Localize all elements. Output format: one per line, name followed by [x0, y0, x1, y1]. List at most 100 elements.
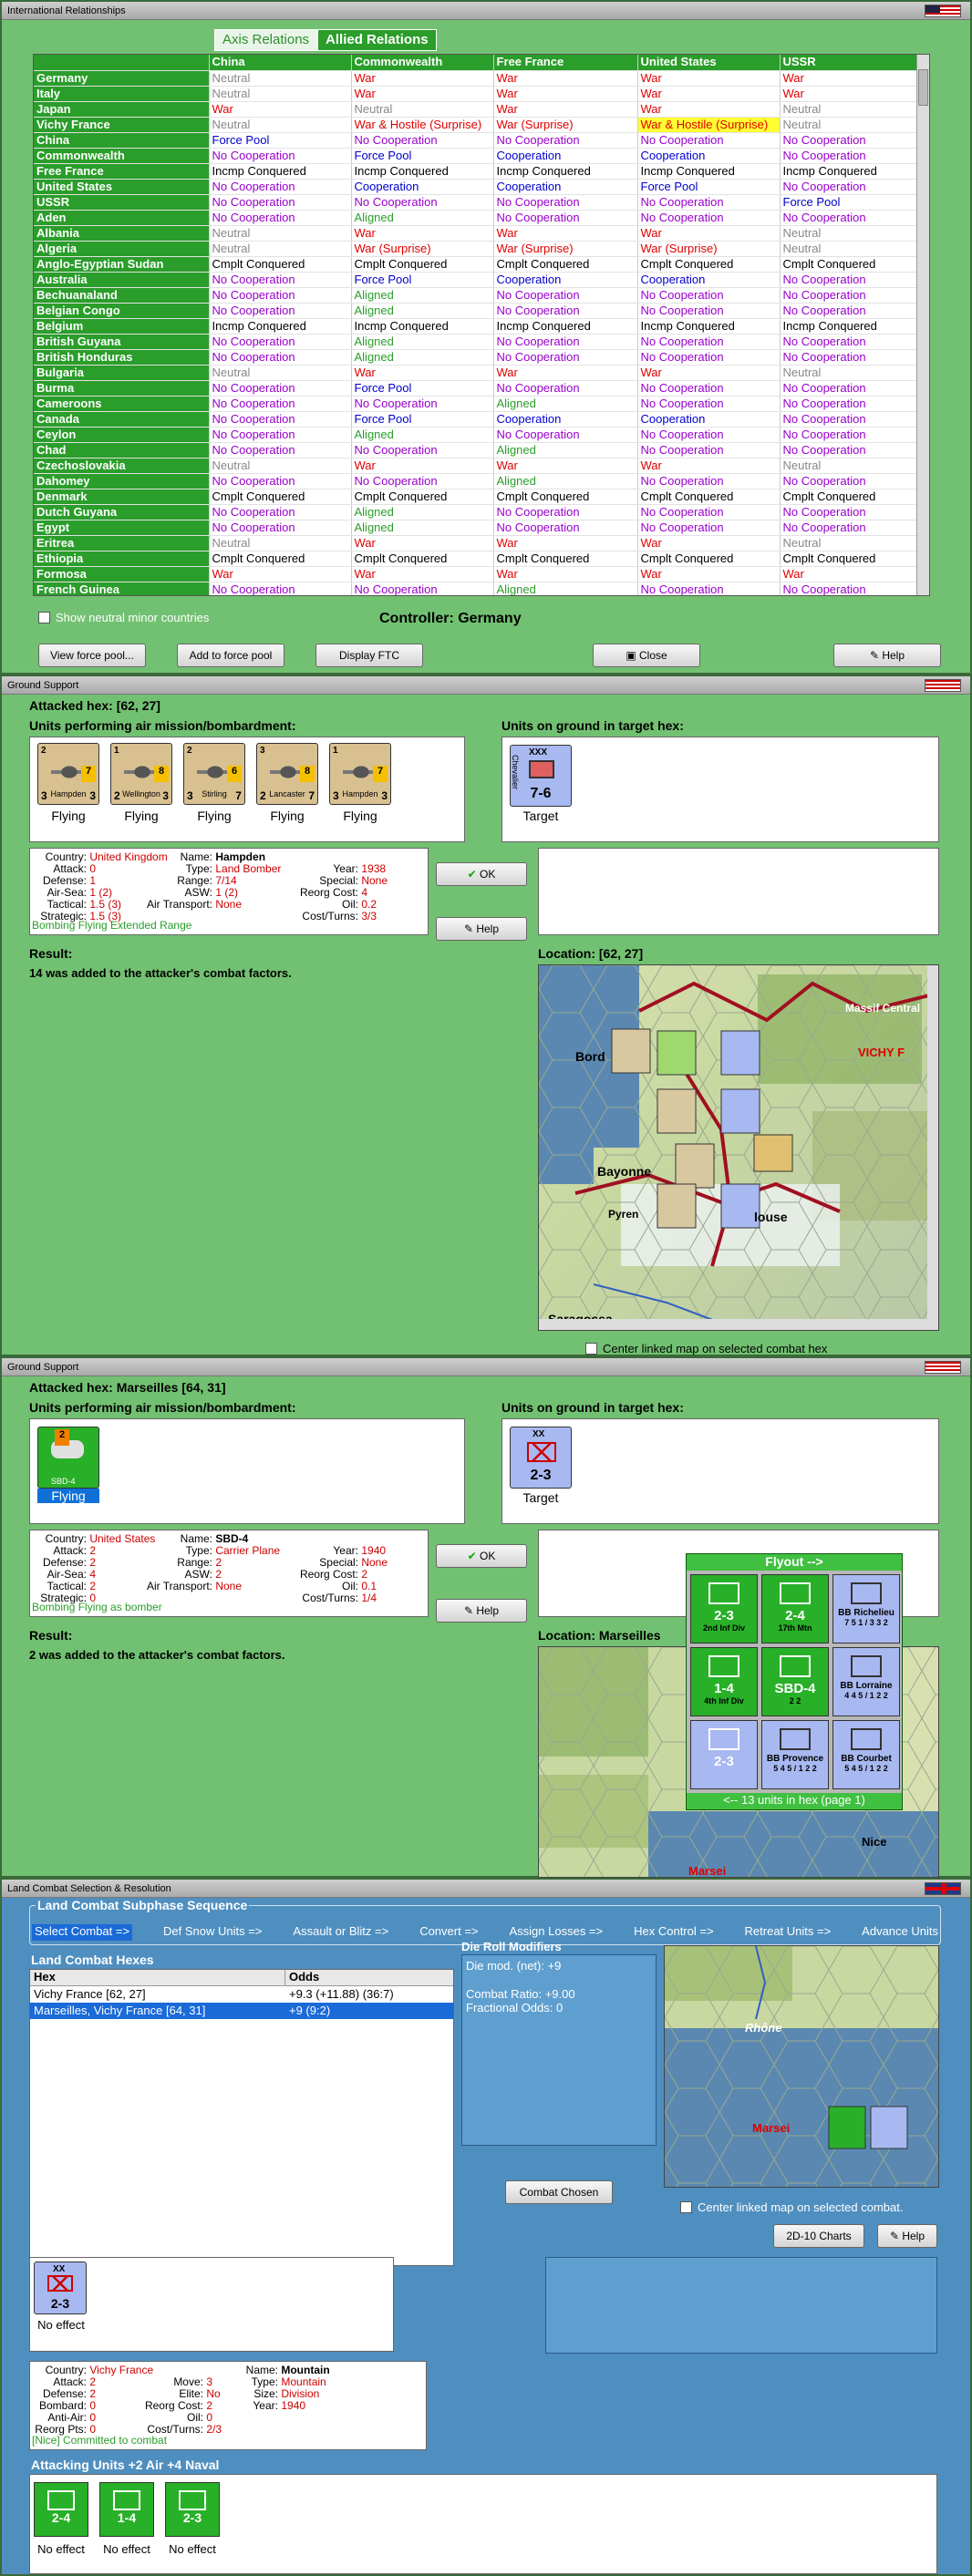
close-button[interactable]: ▣ Close [593, 644, 700, 667]
map-vscroll[interactable] [927, 965, 938, 1330]
relation-row[interactable]: Australia No Cooperation Force Pool Coopera… [34, 272, 919, 288]
window-titlebar[interactable]: International Relationships [2, 2, 970, 20]
relation-row[interactable]: Burma No Cooperation Force Pool No Cooperat… [34, 380, 919, 397]
checkbox-box[interactable] [38, 612, 50, 623]
combat-chosen-button[interactable]: Combat Chosen [505, 2180, 613, 2204]
help-button[interactable]: ✎ Help [833, 644, 941, 667]
relation-row[interactable]: Bulgaria Neutral War War War Neutral [34, 365, 919, 381]
relation-row[interactable]: USSR No Cooperation No Cooperation No Coope… [34, 194, 919, 211]
window-titlebar[interactable]: Ground Support [2, 676, 970, 695]
relation-row[interactable]: French Guinea No Cooperation No Cooperatio… [34, 582, 919, 595]
relation-row[interactable]: Canada No Cooperation Force Pool Cooperatio… [34, 411, 919, 428]
linked-map-1[interactable]: Massif Central VICHY F Bord Bayonne Pyre… [538, 964, 939, 1331]
land-unit-counter[interactable]: SBD-4 2 2 [761, 1647, 829, 1716]
relation-row[interactable]: Dutch Guyana No Cooperation Aligned No Coop… [34, 504, 919, 520]
center-linked-map-checkbox[interactable]: Center linked map on selected combat hex [585, 1342, 827, 1355]
attacker-counter[interactable]: 1-4 [99, 2482, 154, 2537]
air-unit-counter[interactable]: 2 7 3 Hampden 3 [37, 743, 99, 805]
relation-row[interactable]: Vichy France Neutral War & Hostile (Surpri… [34, 117, 919, 133]
relation-row[interactable]: Belgian Congo No Cooperation Aligned No Coo… [34, 303, 919, 319]
ok-button[interactable]: ✔ OK [436, 1544, 527, 1568]
window-titlebar[interactable]: Land Combat Selection & Resolution [2, 1880, 970, 1898]
target-unit-counter[interactable]: XX 2-3 [510, 1427, 572, 1489]
relation-row[interactable]: Ceylon No Cooperation Aligned No Cooperatio… [34, 427, 919, 443]
air-unit-counter[interactable]: 1 8 2 Wellington 3 [110, 743, 172, 805]
relation-row[interactable]: Egypt No Cooperation Aligned No Cooperation… [34, 520, 919, 536]
relation-cell: Force Pool [351, 148, 494, 164]
charts-button[interactable]: 2D-10 Charts [773, 2224, 864, 2248]
defender-counter[interactable]: XX 2-3 [34, 2262, 87, 2314]
air-unit-counter[interactable]: 2 6 3 Stirling 7 [183, 743, 245, 805]
relation-row[interactable]: Cameroons No Cooperation No Cooperation Ali… [34, 396, 919, 412]
column-header[interactable]: USSR [780, 55, 919, 71]
map-hscroll[interactable] [539, 1319, 938, 1330]
air-unit-counter[interactable]: 3 8 2 Lancaster 7 [256, 743, 318, 805]
relation-row[interactable]: Czechoslovakia Neutral War War War Neutral [34, 458, 919, 474]
naval-unit-counter[interactable]: BB Lorraine 4 4 5 / 1 2 2 [832, 1647, 900, 1716]
air-unit-counter[interactable]: 1 7 3 Hampden 3 [329, 743, 391, 805]
relation-row[interactable]: Formosa War War War War War [34, 566, 919, 582]
center-linked-map-checkbox[interactable]: Center linked map on selected combat. [680, 2200, 903, 2214]
unit-symbol-icon [47, 2490, 75, 2510]
add-to-force-pool-button[interactable]: Add to force pool [177, 644, 284, 667]
relation-row[interactable]: Algeria Neutral War (Surprise) War (Surpris… [34, 241, 919, 257]
ok-button[interactable]: ✔ OK [436, 862, 527, 886]
tab-allied-relations[interactable]: Allied Relations [317, 29, 437, 51]
naval-unit-counter[interactable]: BB Courbet 5 4 5 / 1 2 2 [832, 1720, 900, 1789]
window-titlebar[interactable]: Ground Support [2, 1358, 970, 1376]
land-unit-counter[interactable]: 1-4 4th Inf Div [690, 1647, 758, 1716]
naval-unit-counter[interactable]: BB Richelieu 7 5 1 / 3 3 2 [832, 1574, 900, 1643]
display-ftc-button[interactable]: Display FTC [315, 644, 423, 667]
relation-row[interactable]: China Force Pool No Cooperation No Cooperat… [34, 132, 919, 149]
relation-row[interactable]: Germany Neutral War War War War [34, 70, 919, 87]
relation-row[interactable]: Japan War Neutral War War Neutral [34, 101, 919, 118]
relation-row[interactable]: Dahomey No Cooperation No Cooperation Align… [34, 473, 919, 489]
flyout-title[interactable]: Flyout --> [687, 1554, 902, 1571]
combat-hex-row[interactable]: Vichy France [62, 27] +9.3 (+11.88) (36:… [30, 1986, 453, 2003]
relation-row[interactable]: Free France Incmp Conquered Incmp Conquere… [34, 163, 919, 180]
relation-row[interactable]: British Honduras No Cooperation Aligned No … [34, 349, 919, 366]
relation-row[interactable]: Eritrea Neutral War War War Neutral [34, 535, 919, 551]
column-header[interactable]: Commonwealth [351, 55, 494, 71]
target-unit-counter[interactable]: XXX Chevalier 7-6 [510, 745, 572, 807]
relation-row[interactable]: Commonwealth No Cooperation Force Pool Coop… [34, 148, 919, 164]
relation-row[interactable]: Belgium Incmp Conquered Incmp Conquered Inc… [34, 318, 919, 335]
flyout-footer[interactable]: <-- 13 units in hex (page 1) [687, 1793, 902, 1809]
checkbox-box[interactable] [680, 2201, 692, 2213]
relation-row[interactable]: Aden No Cooperation Aligned No Cooperation N… [34, 210, 919, 226]
combat-hex-row-selected[interactable]: Marseilles, Vichy France [64, 31] +9 (9:… [30, 2003, 453, 2019]
land-unit-counter[interactable]: 2-4 17th Mtn [761, 1574, 829, 1643]
linked-map-3[interactable]: Rhône Marsei [664, 1945, 939, 2188]
relation-row[interactable]: Denmark Cmplt Conquered Cmplt Conquered Cmp… [34, 489, 919, 505]
relation-row[interactable]: United States No Cooperation Cooperation Co… [34, 179, 919, 195]
relation-row[interactable]: Chad No Cooperation No Cooperation Aligned N… [34, 442, 919, 459]
column-header[interactable]: United States [637, 55, 781, 71]
column-header[interactable] [34, 55, 210, 71]
checkbox-box[interactable] [585, 1343, 597, 1355]
view-force-pool-button[interactable]: View force pool... [38, 644, 146, 667]
land-unit-counter[interactable]: 2-3 2nd Inf Div [690, 1574, 758, 1643]
tab-axis-relations[interactable]: Axis Relations [214, 29, 318, 51]
odds-column-header[interactable]: Odds [285, 1970, 319, 1985]
naval-unit-counter[interactable]: BB Provence 5 4 5 / 1 2 2 [761, 1720, 829, 1789]
column-header[interactable]: China [209, 55, 352, 71]
hex-column-header[interactable]: Hex [30, 1970, 285, 1985]
show-neutral-checkbox[interactable]: Show neutral minor countries [38, 611, 209, 624]
relation-row[interactable]: Anglo-Egyptian Sudan Cmplt Conquered Cmplt… [34, 256, 919, 273]
land-unit-counter[interactable]: 2-3 [690, 1720, 758, 1789]
table-scrollbar[interactable] [916, 55, 929, 595]
relation-row[interactable]: Albania Neutral War War War Neutral [34, 225, 919, 242]
help-button[interactable]: ✎ Help [436, 917, 527, 941]
relation-cell: Incmp Conquered [209, 163, 352, 180]
help-button[interactable]: ✎ Help [877, 2224, 937, 2248]
relation-row[interactable]: British Guyana No Cooperation Aligned No Co… [34, 334, 919, 350]
air-unit-counter[interactable]: SBD-4 2 [37, 1427, 99, 1489]
relation-cell: Incmp Conquered [351, 318, 494, 335]
relation-row[interactable]: Italy Neutral War War War War [34, 86, 919, 102]
attacker-counter[interactable]: 2-3 [165, 2482, 220, 2537]
help-button[interactable]: ✎ Help [436, 1599, 527, 1623]
column-header[interactable]: Free France [493, 55, 638, 71]
relation-row[interactable]: Ethiopia Cmplt Conquered Cmplt Conquered Cm… [34, 551, 919, 567]
attacker-counter[interactable]: 2-4 [34, 2482, 88, 2537]
relation-row[interactable]: Bechuanaland No Cooperation Aligned No Coop… [34, 287, 919, 304]
